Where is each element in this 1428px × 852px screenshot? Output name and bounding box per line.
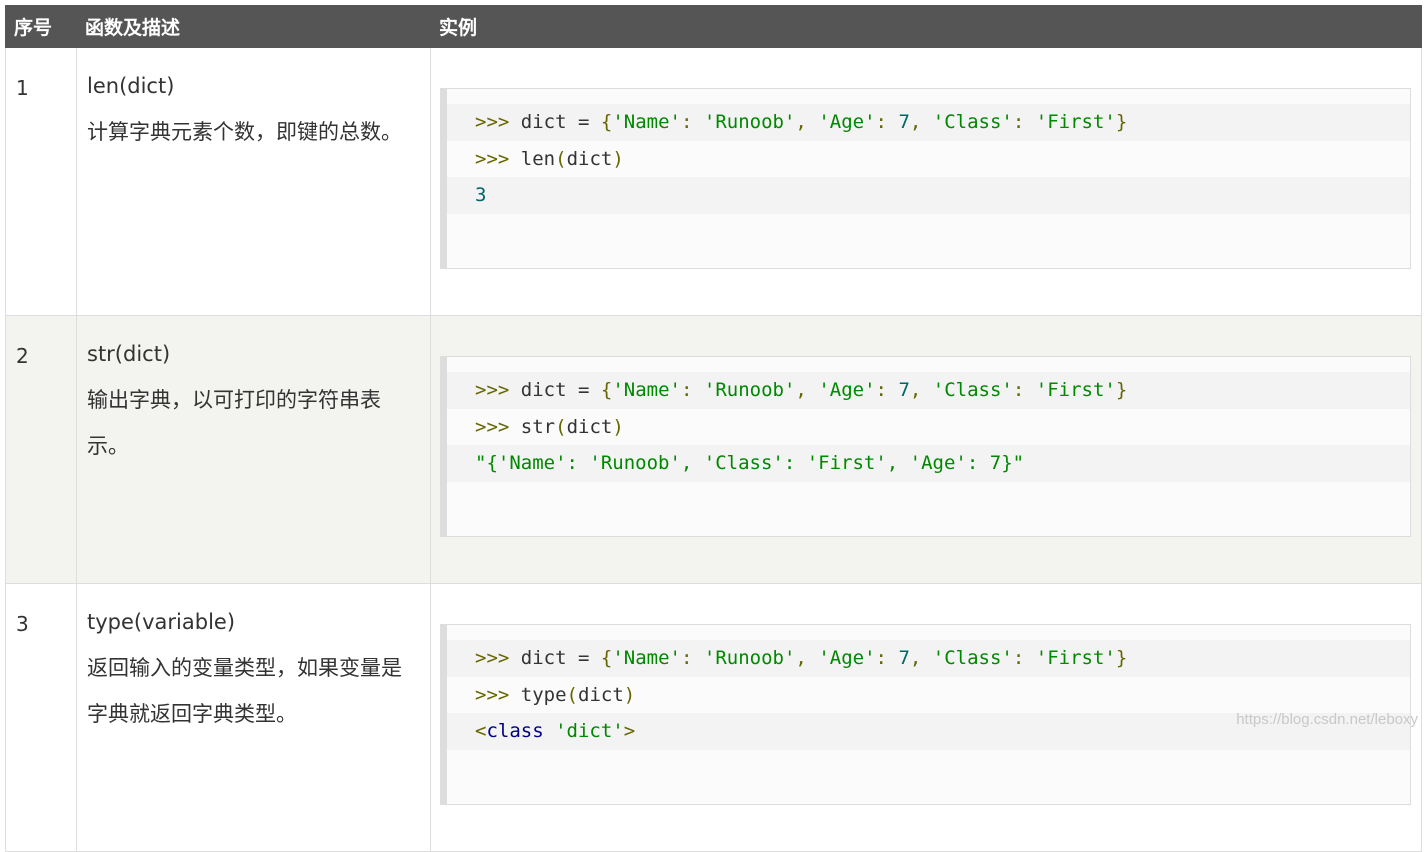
header-function: 函数及描述	[76, 5, 431, 48]
header-index: 序号	[5, 5, 77, 48]
watermark: https://blog.csdn.net/leboxy	[1236, 711, 1418, 728]
code-line: >>> dict = {'Name': 'Runoob', 'Age': 7, …	[447, 372, 1410, 409]
row-description-cell: len(dict) 计算字典元素个数，即键的总数。	[76, 47, 431, 316]
row-index: 3	[5, 583, 77, 852]
code-line: >>> type(dict)	[475, 683, 636, 706]
code-line: >>> str(dict)	[475, 415, 624, 438]
code-line: >>> len(dict)	[475, 147, 624, 170]
row-example-cell: >>> dict = {'Name': 'Runoob', 'Age': 7, …	[430, 47, 1422, 316]
row-example-cell: >>> dict = {'Name': 'Runoob', 'Age': 7, …	[430, 315, 1422, 584]
function-signature: len(dict)	[87, 74, 175, 98]
function-description: 输出字典，以可打印的字符串表示。	[87, 388, 381, 458]
row-index: 1	[5, 47, 77, 316]
table-row: 1 len(dict) 计算字典元素个数，即键的总数。 >>> dict = {…	[5, 47, 1422, 316]
function-signature: str(dict)	[87, 342, 171, 366]
function-signature: type(variable)	[87, 610, 236, 634]
code-line-spacer	[447, 750, 1410, 787]
function-description: 返回输入的变量类型，如果变量是字典就返回字典类型。	[87, 656, 402, 726]
row-description-cell: type(variable) 返回输入的变量类型，如果变量是字典就返回字典类型。	[76, 583, 431, 852]
code-line: "{'Name': 'Runoob', 'Class': 'First', 'A…	[447, 445, 1410, 482]
header-example: 实例	[430, 5, 1422, 48]
functions-table: 序号 函数及描述 实例 1 len(dict) 计算字典元素个数，即键的总数。 …	[5, 5, 1422, 852]
code-line-spacer	[447, 214, 1410, 251]
table-header-row: 序号 函数及描述 实例	[5, 5, 1422, 48]
code-block[interactable]: >>> dict = {'Name': 'Runoob', 'Age': 7, …	[440, 356, 1411, 537]
row-index: 2	[5, 315, 77, 584]
table-row: 2 str(dict) 输出字典，以可打印的字符串表示。 >>> dict = …	[5, 315, 1422, 584]
code-line-spacer	[447, 482, 1410, 519]
code-line: 3	[447, 177, 1410, 214]
code-line: >>> dict = {'Name': 'Runoob', 'Age': 7, …	[447, 640, 1410, 677]
code-line: >>> dict = {'Name': 'Runoob', 'Age': 7, …	[447, 104, 1410, 141]
function-description: 计算字典元素个数，即键的总数。	[87, 120, 402, 144]
table-row: 3 type(variable) 返回输入的变量类型，如果变量是字典就返回字典类…	[5, 583, 1422, 852]
row-description-cell: str(dict) 输出字典，以可打印的字符串表示。	[76, 315, 431, 584]
code-block[interactable]: >>> dict = {'Name': 'Runoob', 'Age': 7, …	[440, 88, 1411, 269]
